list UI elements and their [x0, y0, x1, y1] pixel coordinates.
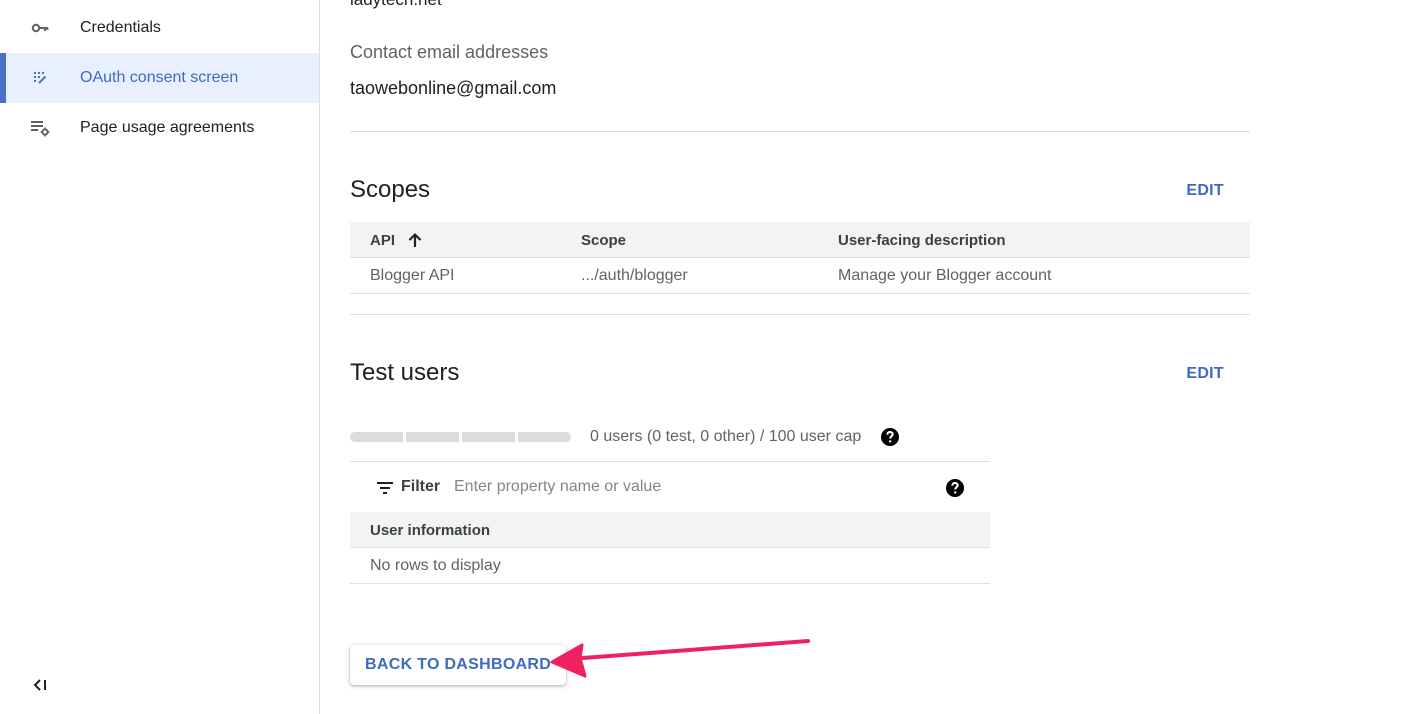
table-header: API Scope User-facing description	[350, 222, 1250, 258]
filter-input[interactable]	[454, 474, 924, 500]
settings-list-icon	[30, 118, 50, 138]
column-header-api[interactable]: API	[370, 222, 423, 258]
scopes-title: Scopes	[350, 176, 431, 203]
sidebar-item-page-usage-agreements[interactable]: Page usage agreements	[0, 103, 319, 153]
test-users-edit-button[interactable]: EDIT	[1186, 365, 1224, 383]
domain-text: ladytech.net	[350, 0, 442, 10]
help-icon[interactable]	[880, 427, 900, 447]
scopes-table: API Scope User-facing description Blogge…	[350, 222, 1250, 294]
progress-segment	[406, 432, 459, 442]
column-header-scope: Scope	[581, 231, 627, 249]
empty-state-text: No rows to display	[370, 557, 501, 574]
progress-segment	[462, 432, 515, 442]
column-header-description: User-facing description	[838, 231, 1006, 249]
user-cap-progress-bar	[350, 432, 571, 442]
sidebar-item-credentials[interactable]: Credentials	[0, 3, 319, 53]
user-cap-text: 0 users (0 test, 0 other) / 100 user cap	[590, 428, 862, 445]
cell-scope: .../auth/blogger	[581, 267, 688, 284]
table-row: Blogger API .../auth/blogger Manage your…	[350, 258, 1250, 294]
divider	[350, 314, 1250, 315]
filter-bar: Filter	[350, 461, 990, 513]
sidebar-item-oauth-consent-screen[interactable]: OAuth consent screen	[0, 53, 319, 103]
sidebar-item-label: Page usage agreements	[80, 119, 255, 136]
filter-icon	[377, 482, 393, 494]
oauth-grid-icon	[30, 68, 50, 88]
contact-email-value: taowebonline@gmail.com	[350, 78, 557, 98]
progress-segment	[350, 432, 403, 442]
cell-api: Blogger API	[370, 267, 455, 284]
back-to-dashboard-button[interactable]: BACK TO DASHBOARD	[350, 645, 567, 685]
test-users-table: User information No rows to display	[350, 512, 990, 584]
key-icon	[30, 18, 50, 38]
main-content: ladytech.net Contact email addresses tao…	[350, 0, 1250, 714]
table-header: User information	[350, 512, 990, 548]
sidebar-item-label: Credentials	[80, 19, 161, 36]
column-header-user-information: User information	[370, 521, 491, 539]
arrow-up-icon	[408, 232, 422, 247]
collapse-sidebar-icon[interactable]	[30, 675, 50, 695]
progress-segment	[518, 432, 571, 442]
cell-description: Manage your Blogger account	[838, 267, 1052, 284]
sidebar-item-label: OAuth consent screen	[80, 69, 239, 86]
filter-label: Filter	[401, 478, 441, 495]
scopes-edit-button[interactable]: EDIT	[1186, 182, 1224, 200]
filter-help-icon[interactable]	[945, 478, 965, 498]
table-row: No rows to display	[350, 548, 990, 584]
sidebar: Credentials OAuth consent screen Page us…	[0, 0, 320, 714]
divider	[350, 131, 1250, 132]
app-window: Credentials OAuth consent screen Page us…	[0, 0, 1425, 714]
test-users-title: Test users	[350, 359, 460, 386]
contact-email-label: Contact email addresses	[350, 42, 549, 62]
